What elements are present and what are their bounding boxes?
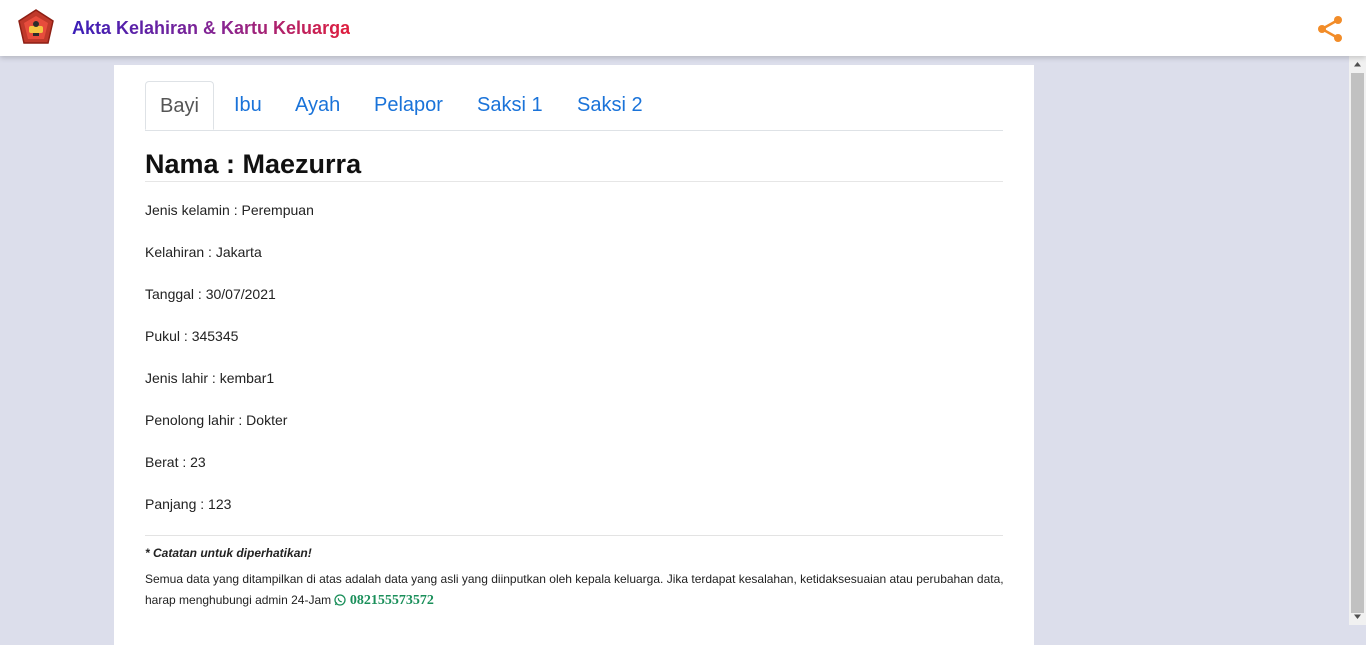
scroll-thumb[interactable] [1351, 73, 1364, 613]
top-bar: Akta Kelahiran & Kartu Keluarga [0, 0, 1366, 56]
field-berat: Berat : 23 [145, 454, 206, 470]
tab-bayi[interactable]: Bayi [145, 81, 214, 130]
page-scrollbar[interactable] [1349, 56, 1366, 625]
scroll-up-arrow-icon[interactable] [1349, 56, 1366, 73]
note-text: Semua data yang ditampilkan di atas adal… [145, 569, 1007, 611]
field-kelahiran: Kelahiran : Jakarta [145, 244, 262, 260]
note-title: * Catatan untuk diperhatikan! [145, 546, 312, 560]
field-tanggal: Tanggal : 30/07/2021 [145, 286, 276, 302]
share-icon[interactable] [1316, 15, 1344, 43]
tab-ayah[interactable]: Ayah [295, 81, 340, 130]
detail-card: Bayi Ibu Ayah Pelapor Saksi 1 Saksi 2 Na… [114, 65, 1034, 645]
field-pukul: Pukul : 345345 [145, 328, 239, 344]
tab-bar: Bayi Ibu Ayah Pelapor Saksi 1 Saksi 2 [145, 81, 1003, 131]
emblem-logo-icon[interactable] [17, 9, 55, 47]
divider [145, 535, 1003, 536]
whatsapp-icon [334, 594, 347, 606]
field-jenis-lahir: Jenis lahir : kembar1 [145, 370, 275, 386]
scroll-down-arrow-icon[interactable] [1349, 608, 1366, 625]
tab-saksi-2[interactable]: Saksi 2 [577, 81, 643, 130]
field-jenis-kelamin: Jenis kelamin : Perempuan [145, 202, 314, 218]
field-panjang: Panjang : 123 [145, 496, 232, 512]
field-penolong-lahir: Penolong lahir : Dokter [145, 412, 288, 428]
app-title: Akta Kelahiran & Kartu Keluarga [72, 18, 351, 38]
name-heading: Nama : Maezurra [145, 147, 1003, 182]
tab-pelapor[interactable]: Pelapor [374, 81, 443, 130]
tab-saksi-1[interactable]: Saksi 1 [477, 81, 543, 130]
note-body: Semua data yang ditampilkan di atas adal… [145, 572, 1004, 607]
tab-ibu[interactable]: Ibu [234, 81, 262, 130]
admin-phone-link[interactable]: 082155573572 [350, 593, 434, 608]
